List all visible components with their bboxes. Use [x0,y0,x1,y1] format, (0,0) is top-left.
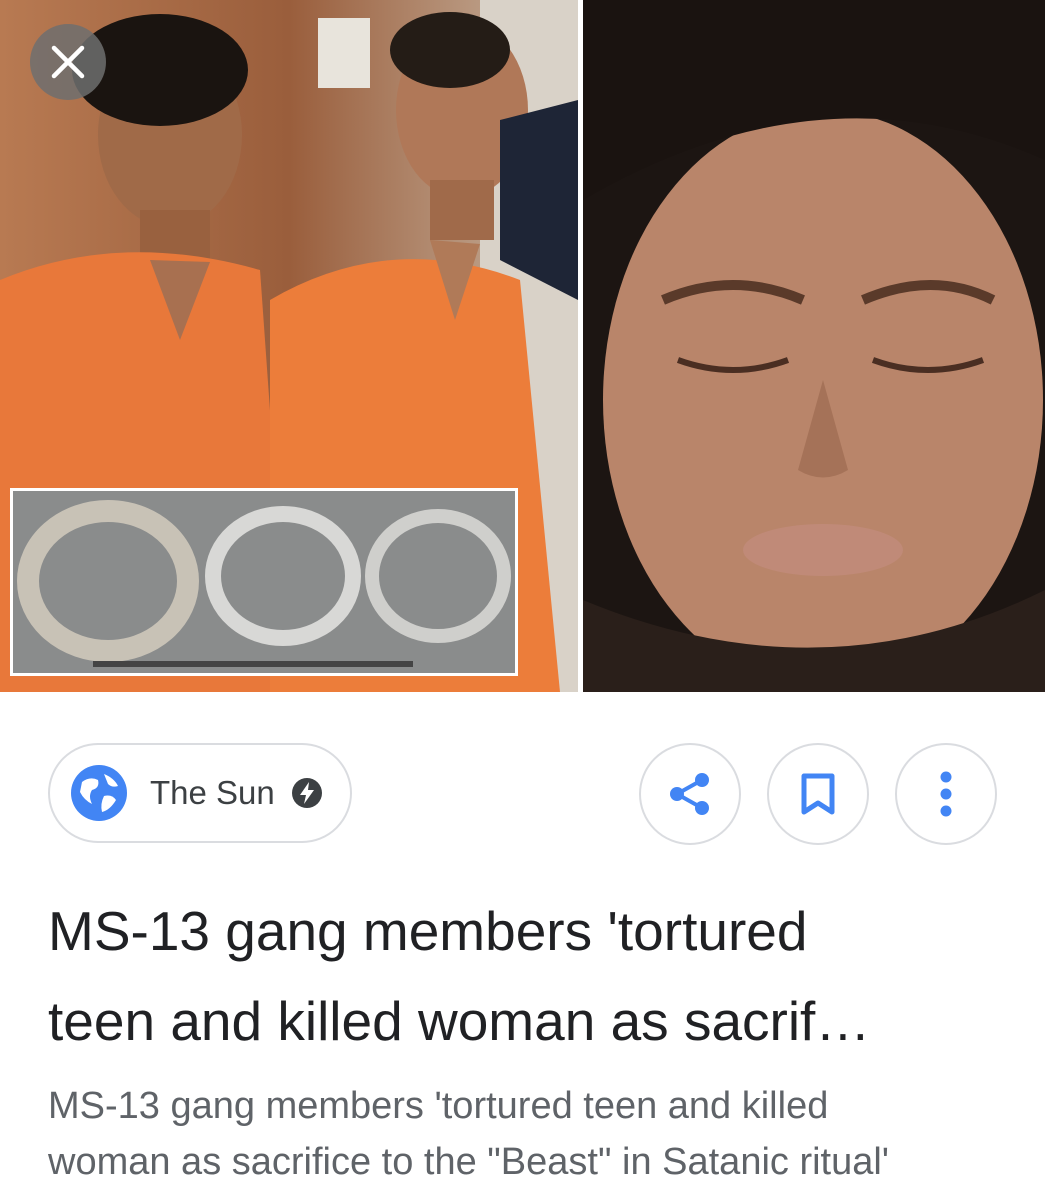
globe-icon [71,765,127,821]
victim-photo [583,0,1045,692]
rings-inset-photo [10,488,518,676]
amp-bolt-icon [291,777,323,809]
article-image[interactable] [0,0,1045,692]
article-description-line2: woman as sacrifice to the "Beast" in Sat… [48,1141,890,1183]
bookmark-button[interactable] [767,743,869,845]
close-icon [51,45,85,79]
bookmark-icon [801,773,835,815]
article-description: MS-13 gang members 'tortured teen and ki… [48,1078,1008,1190]
defendants-photo [0,0,578,692]
share-icon [670,773,709,815]
close-button[interactable] [30,24,106,100]
share-button[interactable] [639,743,741,845]
article-title-line1: MS-13 gang members 'tortured [48,900,808,962]
more-options-button[interactable] [895,743,997,845]
more-vert-icon [940,771,952,817]
article-description-line1: MS-13 gang members 'tortured teen and ki… [48,1085,829,1127]
article-title-line2: teen and killed woman as sacrif… [48,990,871,1052]
source-name: The Sun [150,774,275,811]
source-chip[interactable]: The Sun [48,743,352,843]
article-title[interactable]: MS-13 gang members 'tortured teen and ki… [48,886,968,1066]
